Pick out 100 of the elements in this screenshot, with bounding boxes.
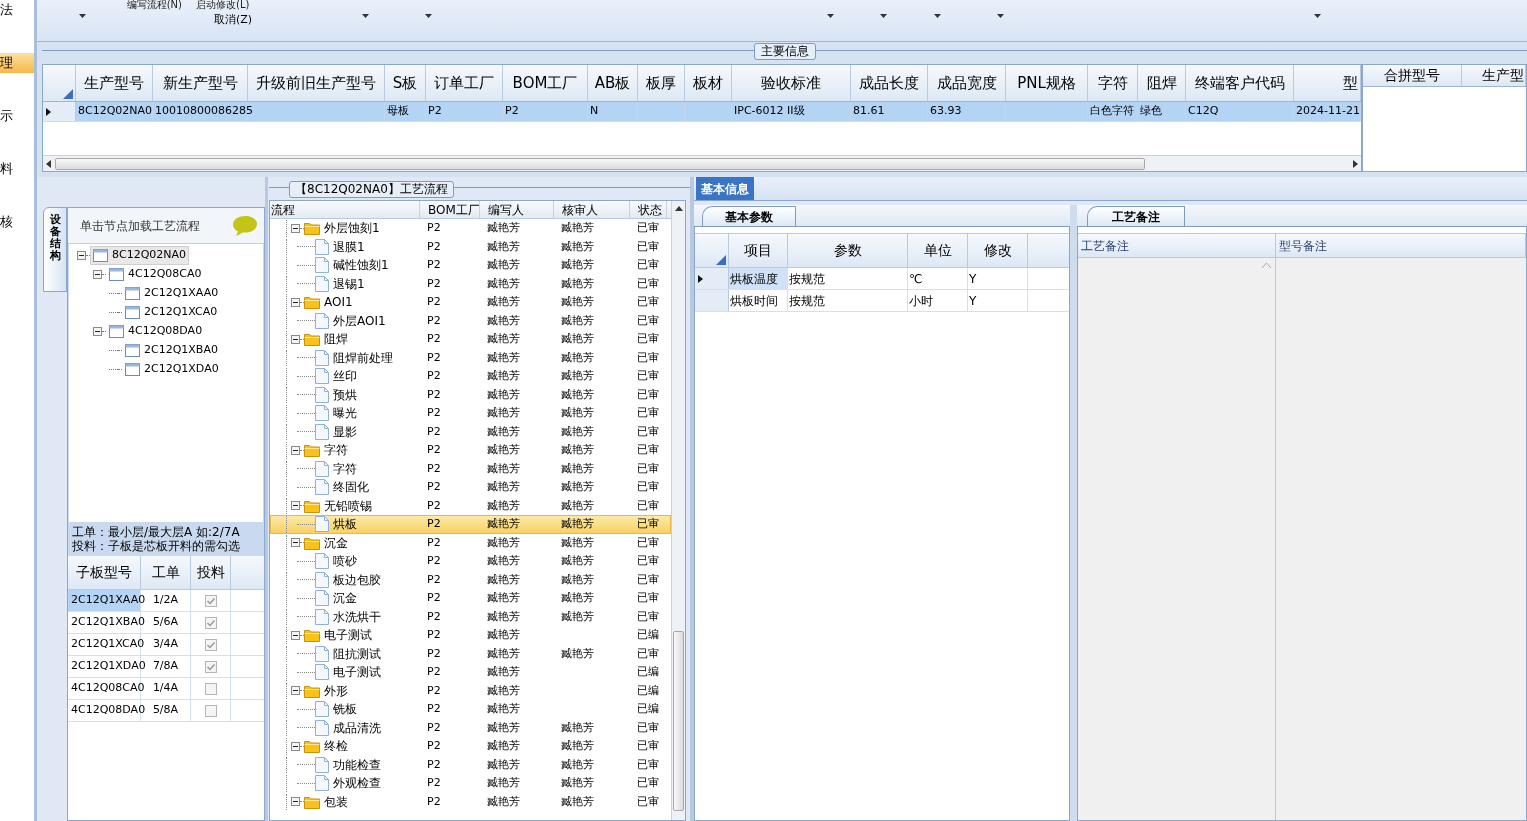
column-header[interactable]: 工单 bbox=[141, 556, 191, 589]
row-header[interactable] bbox=[43, 102, 76, 121]
process-row[interactable]: 丝印 P2 臧艳芳 臧艳芳 已审 bbox=[270, 367, 671, 386]
column-header[interactable]: 型 bbox=[1294, 65, 1361, 101]
process-row[interactable]: 阻焊 P2 臧艳芳 臧艳芳 已审 bbox=[270, 330, 671, 349]
column-header[interactable]: 核审人 bbox=[554, 201, 630, 218]
collapse-icon[interactable] bbox=[291, 501, 300, 511]
process-row[interactable]: 包装 P2 臧艳芳 臧艳芳 已审 bbox=[270, 792, 671, 811]
checkbox[interactable] bbox=[204, 594, 217, 607]
column-header[interactable]: BOM工厂 bbox=[503, 65, 588, 101]
column-header[interactable]: 升级前旧生产型号 bbox=[248, 65, 385, 101]
tree-node[interactable]: 8C12Q02NA0 bbox=[90, 246, 190, 265]
table-cell[interactable]: 烘板温度 bbox=[729, 268, 788, 289]
process-row[interactable]: 外层蚀刻1 P2 臧艳芳 臧艳芳 已审 bbox=[270, 219, 671, 238]
process-row[interactable]: 喷砂 P2 臧艳芳 臧艳芳 已审 bbox=[270, 552, 671, 571]
column-header[interactable]: PNL规格 bbox=[1006, 65, 1088, 101]
ribbon-command[interactable]: 取消(Z) bbox=[214, 12, 253, 29]
dropdown-caret-icon[interactable] bbox=[827, 14, 835, 18]
nav-item[interactable]: 法 bbox=[0, 0, 34, 20]
column-header[interactable]: BOM工厂 bbox=[420, 201, 480, 218]
scroll-thumb[interactable] bbox=[673, 631, 684, 811]
horizontal-scrollbar[interactable] bbox=[43, 155, 1361, 171]
remark-field[interactable] bbox=[1078, 258, 1276, 820]
tree-node[interactable]: 2C12Q1XCA0 bbox=[122, 303, 221, 322]
process-row[interactable]: 退膜1 P2 臧艳芳 臧艳芳 已审 bbox=[270, 237, 671, 256]
column-header[interactable]: 合拼型号 bbox=[1363, 65, 1462, 86]
process-row[interactable]: 水洗烘干 P2 臧艳芳 臧艳芳 已审 bbox=[270, 607, 671, 626]
column-header[interactable]: 字符 bbox=[1088, 65, 1138, 101]
column-header[interactable]: 订单工厂 bbox=[426, 65, 503, 101]
remark-field[interactable] bbox=[1276, 258, 1526, 820]
table-row[interactable]: 8C12Q02NA0 10010800086285 母板 P2 P2 N IPC-6012 II级 81.61 63.93 白色字符 绿色 C12Q 2024-11-21 bbox=[43, 102, 1361, 122]
column-header[interactable]: 生产型 bbox=[1462, 65, 1526, 86]
dropdown-caret-icon[interactable] bbox=[425, 14, 433, 18]
collapse-icon[interactable] bbox=[93, 327, 102, 336]
scroll-right-icon[interactable] bbox=[1353, 159, 1358, 168]
process-row[interactable]: AOI1 P2 臧艳芳 臧艳芳 已审 bbox=[270, 293, 671, 312]
process-row[interactable]: 终检 P2 臧艳芳 臧艳芳 已审 bbox=[270, 737, 671, 756]
nav-item[interactable]: 理 bbox=[0, 53, 34, 73]
column-header[interactable]: 板材 bbox=[685, 65, 732, 101]
vertical-tab[interactable]: 设备结构 bbox=[43, 207, 67, 292]
collapse-icon[interactable] bbox=[291, 334, 300, 344]
checkbox[interactable] bbox=[204, 682, 217, 695]
process-row[interactable]: 烘板 P2 臧艳芳 臧艳芳 已审 bbox=[270, 515, 671, 534]
process-row[interactable]: 成品清洗 P2 臧艳芳 臧艳芳 已审 bbox=[270, 718, 671, 737]
checkbox[interactable] bbox=[204, 660, 217, 673]
column-header[interactable]: S板 bbox=[385, 65, 426, 101]
tree-node[interactable]: 4C12Q08CA0 bbox=[106, 265, 205, 284]
tree-node[interactable]: 4C12Q08DA0 bbox=[106, 322, 206, 341]
process-row[interactable]: 阻焊前处理 P2 臧艳芳 臧艳芳 已审 bbox=[270, 348, 671, 367]
process-row[interactable]: 无铅喷锡 P2 臧艳芳 臧艳芳 已审 bbox=[270, 496, 671, 515]
process-row[interactable]: 电子测试 P2 臧艳芳 已编 bbox=[270, 626, 671, 645]
process-row[interactable]: 字符 P2 臧艳芳 臧艳芳 已审 bbox=[270, 459, 671, 478]
column-header[interactable]: 状态 bbox=[630, 201, 667, 218]
dropdown-caret-icon[interactable] bbox=[997, 14, 1005, 18]
column-header[interactable]: 工艺备注 bbox=[1078, 234, 1276, 257]
dropdown-caret-icon[interactable] bbox=[880, 14, 888, 18]
nav-item[interactable]: 核 bbox=[0, 212, 34, 232]
tab[interactable]: 基本参数 bbox=[702, 206, 796, 226]
dropdown-caret-icon[interactable] bbox=[362, 14, 370, 18]
process-row[interactable]: 阻抗测试 P2 臧艳芳 臧艳芳 已审 bbox=[270, 644, 671, 663]
column-header[interactable]: 新生产型号 bbox=[153, 65, 248, 101]
collapse-icon[interactable] bbox=[291, 741, 300, 751]
checkbox[interactable] bbox=[204, 638, 217, 651]
column-header[interactable]: 编写人 bbox=[480, 201, 554, 218]
process-row[interactable]: 沉金 P2 臧艳芳 臧艳芳 已审 bbox=[270, 533, 671, 552]
checkbox[interactable] bbox=[204, 616, 217, 629]
process-row[interactable]: 碱性蚀刻1 P2 臧艳芳 臧艳芳 已审 bbox=[270, 256, 671, 275]
column-header[interactable]: 终端客户代码 bbox=[1186, 65, 1294, 101]
tab[interactable]: 工艺备注 bbox=[1087, 206, 1185, 226]
scroll-left-icon[interactable] bbox=[46, 159, 51, 168]
process-row[interactable]: 字符 P2 臧艳芳 臧艳芳 已审 bbox=[270, 441, 671, 460]
checkbox[interactable] bbox=[204, 704, 217, 717]
process-row[interactable]: 外形 P2 臧艳芳 已编 bbox=[270, 681, 671, 700]
process-row[interactable]: 电子测试 P2 臧艳芳 已编 bbox=[270, 663, 671, 682]
process-row[interactable]: 沉金 P2 臧艳芳 臧艳芳 已审 bbox=[270, 589, 671, 608]
scroll-up-icon[interactable] bbox=[674, 206, 683, 211]
column-header[interactable]: 子板型号 bbox=[68, 556, 141, 589]
collapse-icon[interactable] bbox=[291, 297, 300, 307]
vertical-scrollbar[interactable] bbox=[671, 201, 685, 820]
process-row[interactable]: 外层AOI1 P2 臧艳芳 臧艳芳 已审 bbox=[270, 311, 671, 330]
column-header[interactable]: 流程 bbox=[270, 201, 420, 218]
process-row[interactable]: 外观检查 P2 臧艳芳 臧艳芳 已审 bbox=[270, 774, 671, 793]
column-header[interactable]: 成品宽度 bbox=[928, 65, 1006, 101]
column-header[interactable]: 验收标准 bbox=[732, 65, 851, 101]
column-header[interactable]: 修改 bbox=[968, 234, 1028, 267]
tab[interactable]: 基本信息 bbox=[696, 177, 754, 200]
collapse-icon[interactable] bbox=[291, 686, 300, 696]
process-row[interactable]: 曝光 P2 臧艳芳 臧艳芳 已审 bbox=[270, 404, 671, 423]
process-row[interactable]: 板边包胶 P2 臧艳芳 臧艳芳 已审 bbox=[270, 570, 671, 589]
column-header[interactable]: 型号备注 bbox=[1276, 234, 1526, 257]
collapse-icon[interactable] bbox=[291, 630, 300, 640]
collapse-icon[interactable] bbox=[77, 251, 86, 260]
column-header[interactable]: 参数 bbox=[788, 234, 908, 267]
process-row[interactable]: 预烘 P2 臧艳芳 臧艳芳 已审 bbox=[270, 385, 671, 404]
nav-item[interactable]: 料 bbox=[0, 159, 34, 179]
tree-node[interactable]: 2C12Q1XAA0 bbox=[122, 284, 222, 303]
column-header[interactable]: 单位 bbox=[908, 234, 968, 267]
column-header[interactable]: 阻焊 bbox=[1138, 65, 1186, 101]
dropdown-caret-icon[interactable] bbox=[934, 14, 942, 18]
column-header[interactable]: 投料 bbox=[191, 556, 231, 589]
